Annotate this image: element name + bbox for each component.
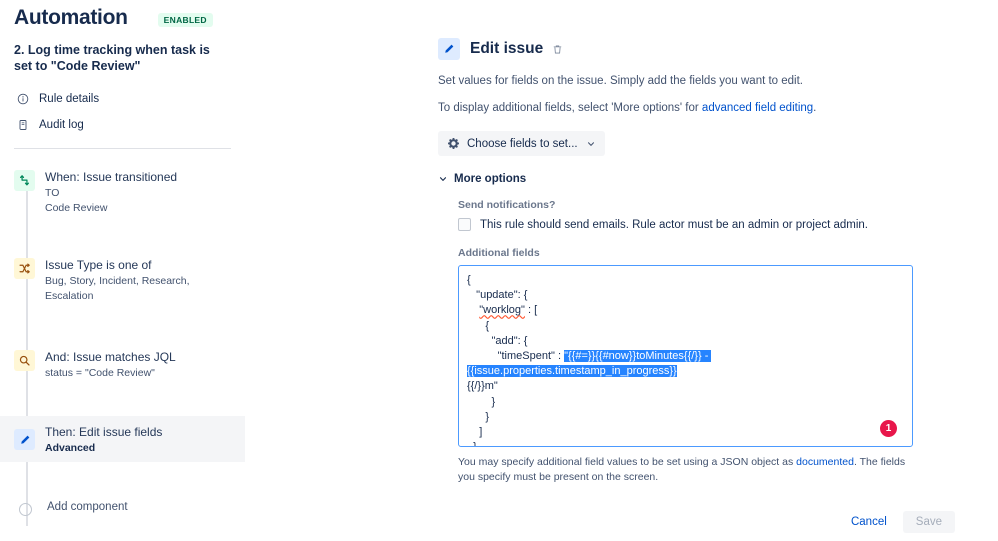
rule-component-sub2: Code Review — [45, 202, 108, 214]
page-title: Edit issue — [470, 40, 544, 57]
chevron-down-icon — [586, 139, 596, 149]
code-line: "update": { — [467, 289, 528, 302]
pencil-icon — [14, 429, 35, 450]
rule-name: 2. Log time tracking when task is set to… — [14, 43, 210, 73]
more-options-label: More options — [454, 173, 527, 185]
description-prefix: To display additional fields, select 'Mo… — [438, 102, 702, 114]
rule-sidebar: Automation ENABLED 2. Log time tracking … — [0, 0, 245, 541]
send-emails-checkbox[interactable] — [458, 218, 471, 231]
choose-fields-label: Choose fields to set... — [467, 137, 578, 150]
sidebar-item-label: Rule details — [39, 93, 100, 105]
transition-icon — [14, 170, 35, 191]
sidebar-item-rule-details[interactable]: Rule details — [14, 86, 231, 112]
sidebar-item-label: Audit log — [39, 119, 84, 131]
more-options-toggle[interactable]: More options — [438, 173, 983, 185]
additional-fields-label: Additional fields — [458, 247, 540, 259]
save-button[interactable]: Save — [902, 511, 955, 533]
gear-icon — [447, 137, 460, 150]
rule-component-text: When: Issue transitioned TO Code Review — [45, 169, 177, 215]
code-line: "add": { — [467, 334, 528, 347]
documented-link[interactable]: documented — [796, 456, 854, 468]
help-text-prefix: You may specify additional field values … — [458, 456, 797, 468]
rule-component-text: Issue Type is one of Bug, Story, Inciden… — [45, 257, 190, 303]
send-emails-checkbox-label: This rule should send emails. Rule actor… — [480, 218, 868, 231]
rule-component-title: And: Issue matches JQL — [45, 350, 176, 364]
code-line: ] — [467, 426, 483, 439]
rule-component-sub1: TO — [45, 187, 60, 199]
rule-component-title: Then: Edit issue fields — [45, 424, 163, 439]
chevron-down-icon — [438, 174, 448, 184]
rule-component-jql-condition[interactable]: And: Issue matches JQL status = "Code Re… — [0, 341, 245, 388]
app-title: Automation — [14, 6, 128, 29]
panel-description-2: To display additional fields, select 'Mo… — [438, 100, 983, 117]
rule-component-title: Issue Type is one of — [45, 258, 152, 272]
code-line: { — [467, 274, 471, 286]
cancel-button[interactable]: Cancel — [845, 512, 893, 532]
advanced-field-editing-link[interactable]: advanced field editing — [702, 102, 813, 114]
add-component-button[interactable]: Add component — [0, 484, 245, 530]
rule-component-text: And: Issue matches JQL status = "Code Re… — [45, 349, 176, 380]
code-line: { — [467, 319, 490, 332]
additional-fields-json-editor[interactable]: { "update": { "worklog" : [ { "add": { "… — [458, 265, 913, 447]
search-icon — [14, 350, 35, 371]
code-text: "timeSpent" : — [467, 350, 565, 363]
rule-component-sub1: Bug, Story, Incident, Research, — [45, 275, 190, 287]
rule-component-timeline: When: Issue transitioned TO Code Review … — [0, 161, 245, 540]
code-line-selected: "timeSpent" : "{{#=}}{{#now}}toMinutes{{… — [467, 349, 904, 379]
sidebar-divider — [14, 148, 231, 149]
form-actions: Cancel Save — [458, 511, 955, 533]
rule-component-title: When: Issue transitioned — [45, 170, 178, 184]
send-notifications-group: Send notifications? This rule should sen… — [438, 199, 983, 533]
rule-component-text: Then: Edit issue fields Advanced — [45, 424, 162, 455]
add-circle-icon — [19, 503, 32, 516]
rule-component-edit-issue-action[interactable]: Then: Edit issue fields Advanced — [0, 416, 245, 462]
rule-component-sub2: Escalation — [45, 290, 94, 302]
json-help-text: You may specify additional field values … — [458, 455, 913, 485]
add-component-label: Add component — [47, 501, 128, 513]
app-header: Automation ENABLED — [0, 0, 245, 30]
sidebar-item-audit-log[interactable]: Audit log — [14, 112, 231, 138]
annotation-badge: 1 — [880, 420, 897, 437]
pencil-icon — [438, 38, 460, 60]
code-line: } — [467, 395, 496, 408]
shuffle-icon — [14, 258, 35, 279]
panel-description-1: Set values for fields on the issue. Simp… — [438, 75, 804, 87]
rule-component-sub1: Advanced — [45, 441, 96, 454]
trash-icon[interactable] — [552, 44, 563, 55]
rule-component-trigger[interactable]: When: Issue transitioned TO Code Review — [0, 161, 245, 223]
code-line: } — [467, 440, 904, 446]
code-line: "worklog" : [ — [467, 303, 904, 318]
rule-component-issue-type-condition[interactable]: Issue Type is one of Bug, Story, Inciden… — [0, 249, 245, 311]
info-circle-icon — [14, 93, 32, 105]
rule-component-sub1: status = "Code Review" — [45, 367, 155, 379]
status-badge: ENABLED — [157, 12, 213, 27]
description-suffix: . — [813, 102, 817, 114]
choose-fields-button[interactable]: Choose fields to set... — [438, 131, 605, 156]
panel-header: Edit issue — [438, 38, 983, 60]
misspelled-word: "worklog" — [479, 304, 525, 317]
code-line: } — [467, 410, 490, 423]
sidebar-nav: Rule details Audit log — [0, 86, 245, 138]
code-text: : [ — [524, 304, 538, 317]
code-line: {{/}}m" — [467, 380, 498, 393]
document-icon — [14, 119, 32, 131]
send-emails-checkbox-row[interactable]: This rule should send emails. Rule actor… — [458, 218, 983, 231]
edit-issue-panel: Edit issue Set values for fields on the … — [438, 38, 983, 533]
send-notifications-label: Send notifications? — [458, 199, 556, 211]
